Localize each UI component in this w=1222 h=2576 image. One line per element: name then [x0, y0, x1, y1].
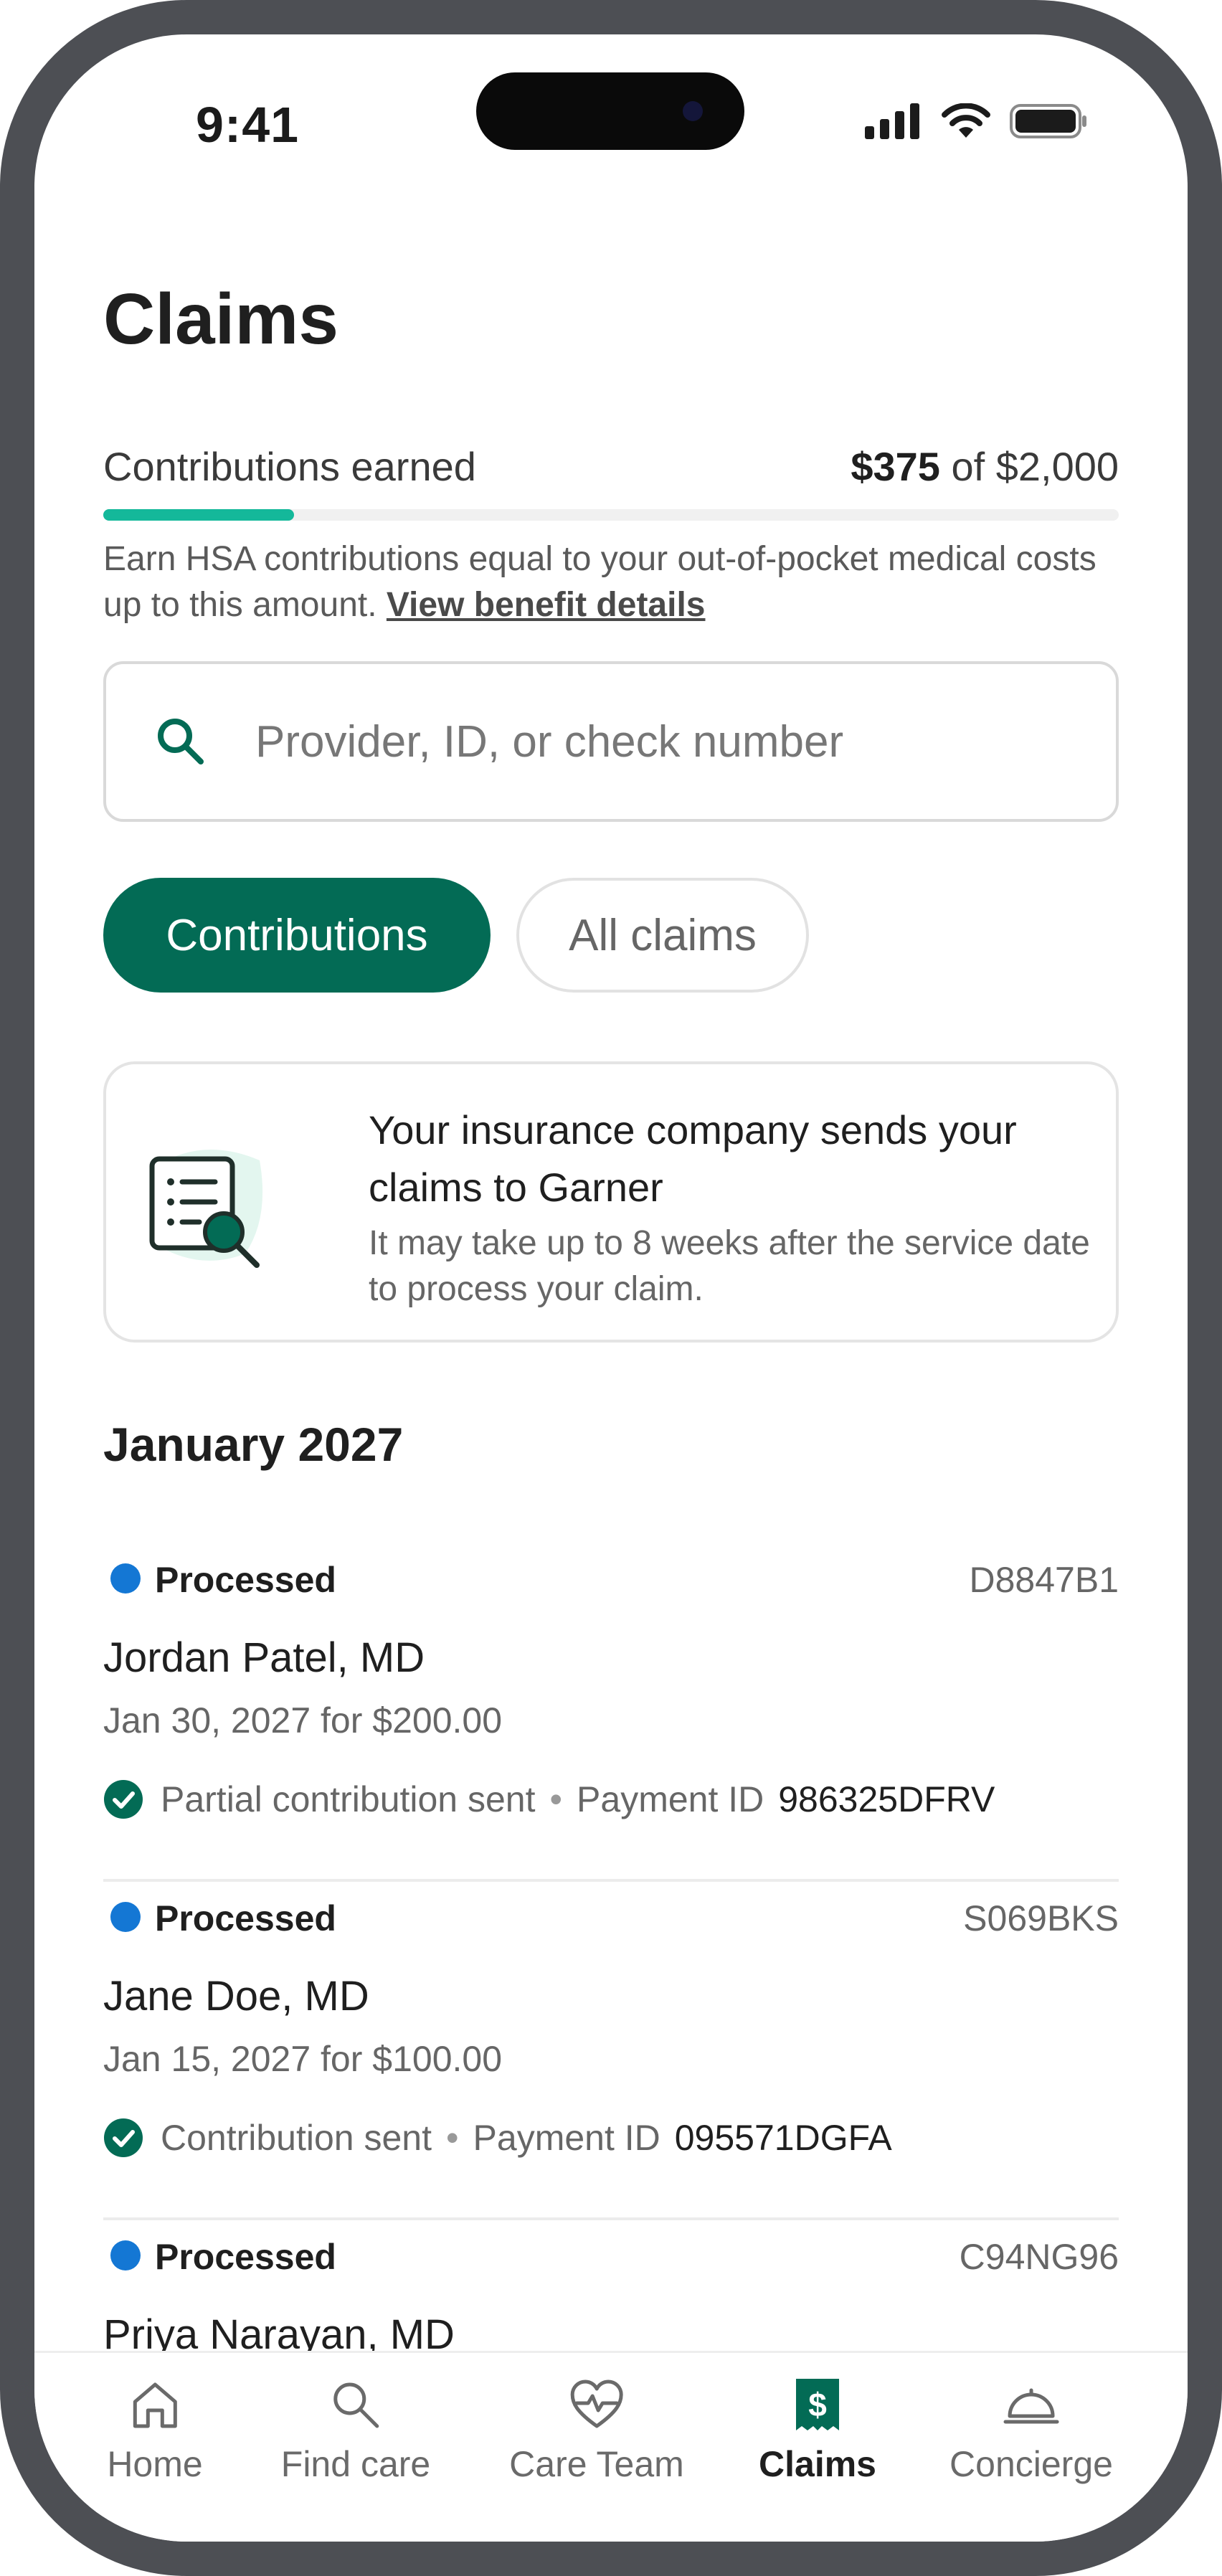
heart-pulse-icon: [570, 2380, 623, 2428]
tab-find-care[interactable]: Find care: [281, 2374, 430, 2485]
status-dot: [110, 1563, 141, 1594]
search-icon: [333, 2382, 379, 2428]
dollar-receipt-icon: $: [796, 2379, 839, 2430]
page-title: Claims: [103, 279, 338, 359]
view-benefit-details-link[interactable]: View benefit details: [387, 586, 706, 624]
payment-label: Payment ID: [473, 2118, 660, 2158]
camera-dot: [683, 101, 703, 121]
claim-date-amount: Jan 30, 2027 for $200.00: [103, 1700, 503, 1741]
claim-date-amount: Jan 15, 2027 for $100.00: [103, 2039, 503, 2079]
claim-provider: Jane Doe, MD: [103, 1973, 369, 2019]
claim-id: D8847B1: [969, 1560, 1119, 1600]
contributions-amount: $375 of $2,000: [851, 443, 1119, 490]
bottom-tab-bar: Home Find care Care Team $ Claims Concie…: [34, 2351, 1188, 2542]
check-circle-icon: [104, 1780, 143, 1819]
claim-status: Processed: [155, 1898, 336, 1938]
month-header: January 2027: [103, 1418, 404, 1471]
claim-provider: Jordan Patel, MD: [103, 1634, 425, 1681]
info-heading: Your insurance company sends your claims…: [369, 1107, 1017, 1210]
tab-claims[interactable]: $ Claims: [759, 2374, 876, 2485]
claim-status: Processed: [155, 1560, 336, 1600]
contributions-total: of $2,000: [951, 444, 1119, 489]
claim-contribution-meta: Contribution sent • Payment ID 095571DGF…: [103, 2117, 892, 2159]
wifi-icon: [942, 103, 990, 138]
info-body: It may take up to 8 weeks after the serv…: [369, 1224, 1090, 1308]
claim-status: Processed: [155, 2237, 336, 2277]
claims-document-search-icon: [149, 1150, 263, 1268]
filter-all-claims-button[interactable]: All claims: [516, 878, 809, 993]
tab-label: Home: [107, 2444, 203, 2484]
dynamic-island: [476, 72, 744, 150]
separator: •: [549, 1779, 563, 1819]
contribution-status: Contribution sent: [161, 2118, 432, 2158]
check-circle-icon: [104, 2118, 143, 2157]
info-card: Your insurance company sends your claims…: [103, 1061, 1119, 1343]
tab-label: Concierge: [949, 2444, 1113, 2484]
tab-label: Care Team: [509, 2444, 684, 2484]
battery-icon: [1010, 104, 1086, 138]
contributions-label: Contributions earned: [103, 444, 476, 489]
separator: •: [446, 2118, 459, 2158]
device-frame: 9:41 Claims Contributions earned $375 of…: [0, 0, 1222, 2576]
signal-icon: [865, 103, 919, 139]
status-time: 9:41: [196, 97, 300, 153]
contributions-hint: Earn HSA contributions equal to your out…: [103, 536, 1122, 628]
tab-label: Claims: [759, 2444, 876, 2484]
claim-contribution-meta: Partial contribution sent • Payment ID 9…: [103, 1779, 995, 1820]
progress-fill: [103, 509, 294, 521]
svg-text:$: $: [808, 2386, 827, 2423]
contribution-status: Partial contribution sent: [161, 1779, 536, 1819]
payment-id: 986325DFRV: [778, 1779, 995, 1819]
search-icon: [158, 719, 204, 764]
claim-id: S069BKS: [963, 1898, 1119, 1938]
search-input[interactable]: Provider, ID, or check number: [103, 661, 1119, 822]
claim-id: C94NG96: [959, 2237, 1119, 2277]
search-placeholder: Provider, ID, or check number: [255, 716, 844, 767]
tab-home[interactable]: Home: [107, 2374, 203, 2485]
tab-label: Find care: [280, 2444, 431, 2484]
home-icon: [133, 2382, 177, 2428]
payment-id: 095571DGFA: [674, 2118, 892, 2158]
payment-label: Payment ID: [577, 1779, 764, 1819]
status-dot: [110, 2240, 141, 2270]
filter-contributions-button[interactable]: Contributions: [103, 878, 491, 993]
tab-care-team[interactable]: Care Team: [509, 2374, 684, 2485]
claim-row[interactable]: Processed S069BKS Jane Doe, MD Jan 15, 2…: [103, 1882, 1119, 2220]
tab-concierge[interactable]: Concierge: [949, 2374, 1113, 2485]
contributions-earned: $375: [851, 444, 940, 489]
contributions-progress-bar: [103, 509, 1119, 521]
service-bell-icon: [1003, 2388, 1059, 2424]
status-dot: [110, 1902, 141, 1932]
screen: 9:41 Claims Contributions earned $375 of…: [34, 34, 1188, 2542]
claim-row[interactable]: Processed D8847B1 Jordan Patel, MD Jan 3…: [103, 1543, 1119, 1882]
status-icons: [865, 103, 1087, 139]
